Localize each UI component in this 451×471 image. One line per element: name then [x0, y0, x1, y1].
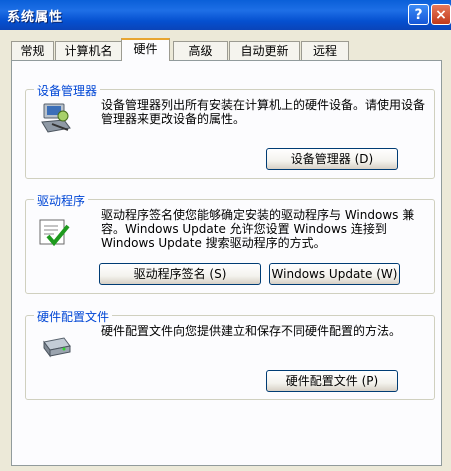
help-button[interactable]: ?: [408, 4, 429, 25]
close-button[interactable]: ×: [431, 4, 451, 25]
tab-automatic-updates[interactable]: 自动更新: [229, 41, 300, 60]
drivers-description: 驱动程序签名使您能够确定安装的驱动程序与 Windows 兼容。Windows …: [101, 208, 415, 250]
hardware-profile-icon: [43, 337, 71, 358]
tab-general[interactable]: 常规: [11, 41, 54, 60]
tab-hardware[interactable]: 硬件: [121, 38, 170, 61]
hardware-profiles-group-title: 硬件配置文件: [34, 308, 113, 325]
driver-signing-button[interactable]: 驱动程序签名 (S): [99, 263, 261, 285]
tab-advanced[interactable]: 高级: [173, 41, 228, 60]
hardware-profiles-description: 硬件配置文件向您提供建立和保存不同硬件配置的方法。: [101, 324, 402, 338]
driver-signing-icon: [39, 219, 70, 247]
window-title: 系统属性: [7, 10, 64, 25]
drivers-group-title: 驱动程序: [34, 192, 89, 209]
device-manager-group-title: 设备管理器: [34, 82, 101, 99]
windows-update-button[interactable]: Windows Update (W): [269, 263, 400, 285]
device-manager-group: 设备管理器 设备管理器列出所有安装在计算机上的硬件设备。请使用设备管理器来更改设…: [25, 82, 435, 179]
tab-remote[interactable]: 远程: [301, 41, 349, 60]
hardware-profiles-button[interactable]: 硬件配置文件 (P): [266, 370, 398, 392]
device-manager-description: 设备管理器列出所有安装在计算机上的硬件设备。请使用设备管理器来更改设备的属性。: [101, 98, 426, 126]
tab-computer-name[interactable]: 计算机名: [55, 41, 122, 60]
hardware-tab-panel: 设备管理器 设备管理器列出所有安装在计算机上的硬件设备。请使用设备管理器来更改设…: [11, 60, 442, 466]
device-manager-icon: [41, 103, 71, 133]
title-bar: 系统属性 ? ×: [0, 0, 451, 30]
hardware-profiles-group: 硬件配置文件 硬件配置文件向您提供建立和保存不同硬件配置的方法。 硬件配置文件 …: [25, 308, 435, 400]
device-manager-button[interactable]: 设备管理器 (D): [266, 148, 398, 170]
drivers-group: 驱动程序 驱动程序签名使您能够确定安装的驱动程序与 Windows 兼容。Win…: [25, 192, 435, 294]
